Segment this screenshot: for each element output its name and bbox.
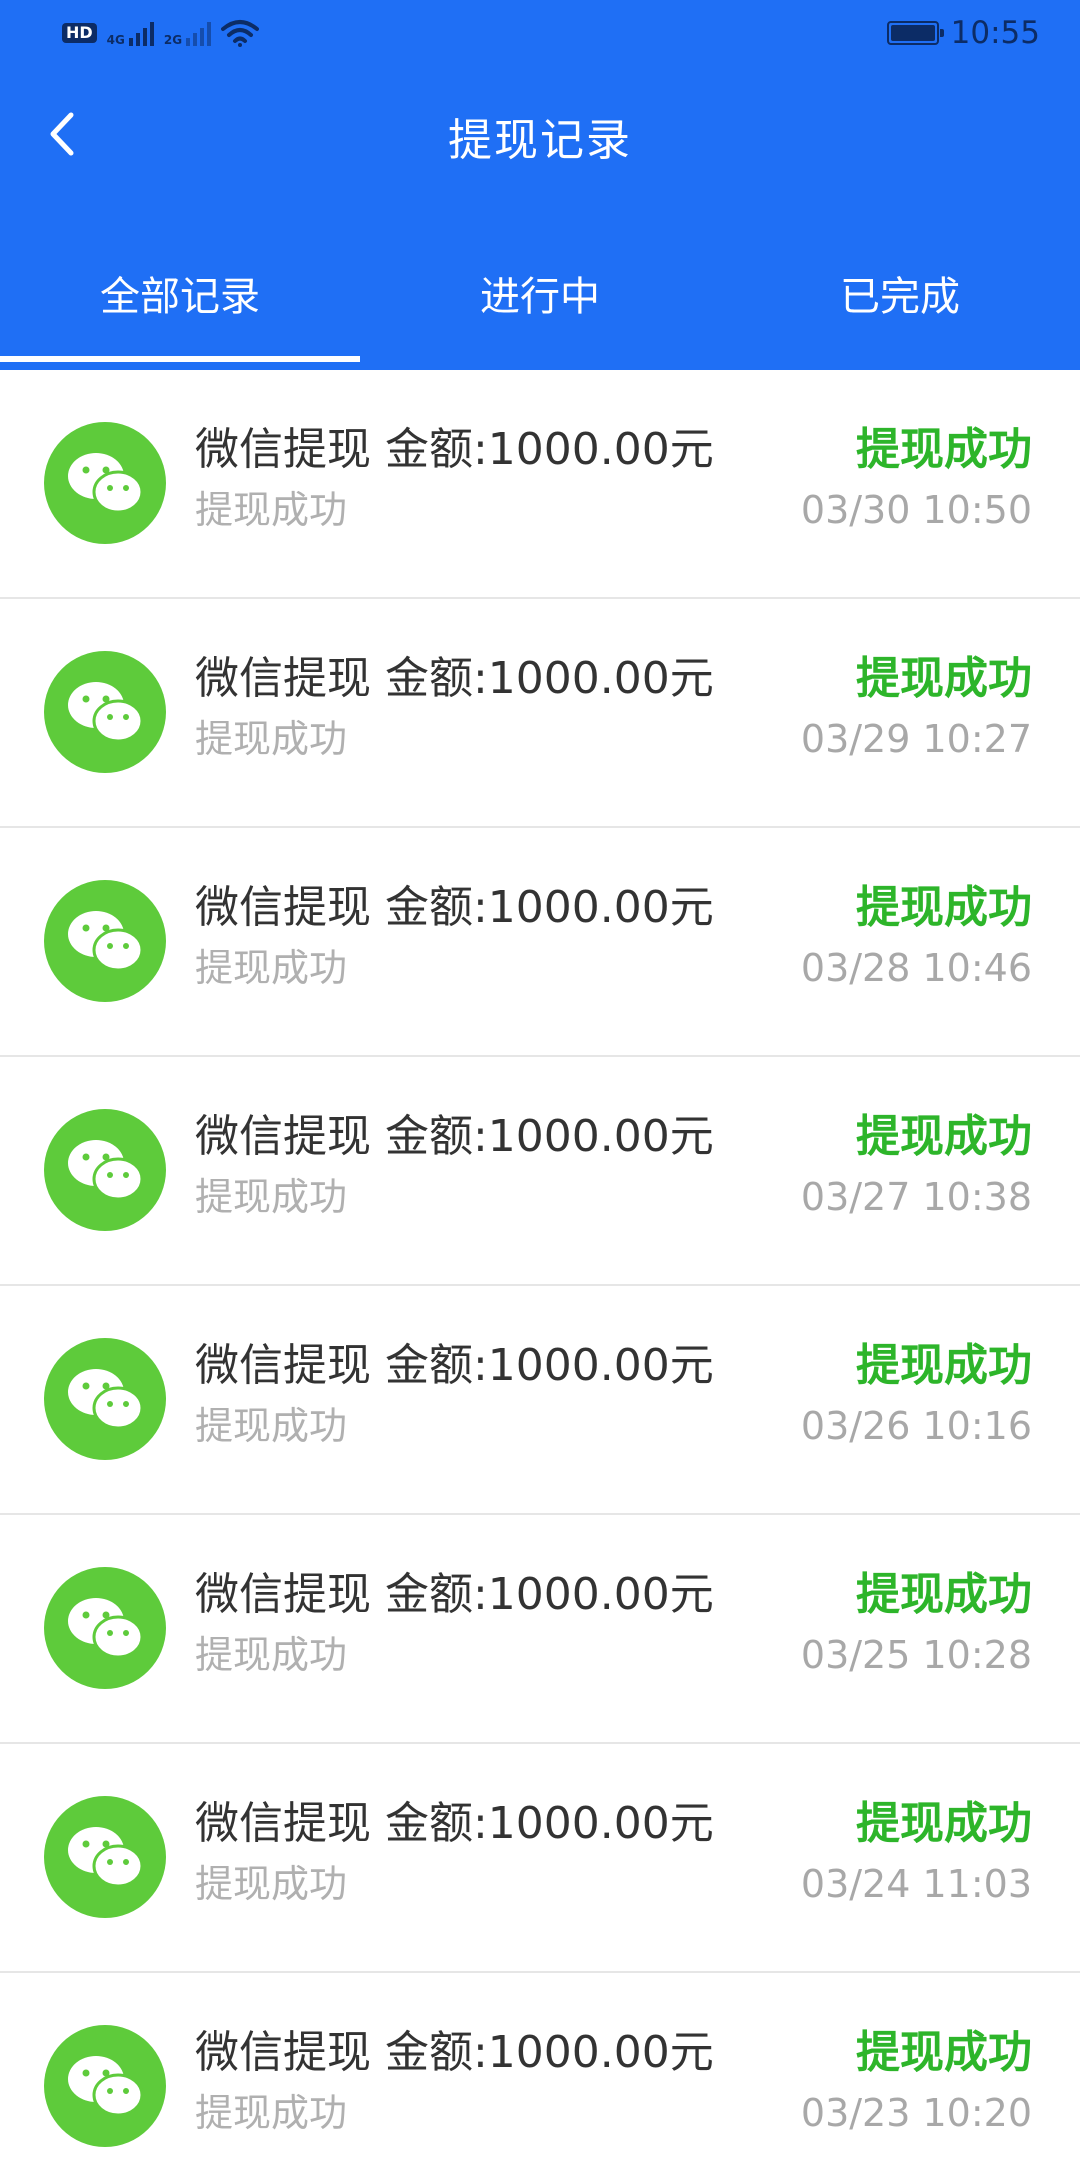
record-title: 微信提现 金额:1000.00元 xyxy=(195,424,714,475)
list-item[interactable]: 微信提现 金额:1000.00元 提现成功 提现成功 03/30 10:50 xyxy=(0,370,1080,599)
record-time: 03/25 10:28 xyxy=(800,1633,1032,1677)
status-badge: 提现成功 xyxy=(856,882,1032,933)
status-right-group: 10:55 xyxy=(886,15,1040,51)
record-text: 微信提现 金额:1000.00元 提现成功 xyxy=(195,1338,714,1454)
record-title: 微信提现 金额:1000.00元 xyxy=(195,1340,714,1391)
record-meta: 提现成功 03/26 10:16 xyxy=(801,1338,1032,1454)
status-time: 10:55 xyxy=(950,15,1040,51)
signal-strength-icon-2 xyxy=(186,20,212,46)
status-left-group: HD 4G 2G xyxy=(62,19,260,47)
record-subtitle: 提现成功 xyxy=(195,1862,348,1906)
record-meta: 提现成功 03/24 11:03 xyxy=(801,1796,1032,1912)
tab-completed[interactable]: 已完成 xyxy=(720,240,1080,366)
record-time: 03/30 10:50 xyxy=(800,488,1032,532)
status-badge: 提现成功 xyxy=(856,1798,1032,1849)
status-badge: 提现成功 xyxy=(856,424,1032,475)
battery-icon xyxy=(886,21,944,45)
wechat-icon xyxy=(44,1567,166,1689)
record-title: 微信提现 金额:1000.00元 xyxy=(195,1111,714,1162)
tab-bar: 全部记录 进行中 已完成 xyxy=(0,240,1080,366)
list-item[interactable]: 微信提现 金额:1000.00元 提现成功 提现成功 03/24 11:03 xyxy=(0,1744,1080,1973)
list-item[interactable]: 微信提现 金额:1000.00元 提现成功 提现成功 03/26 10:16 xyxy=(0,1286,1080,1515)
record-title: 微信提现 金额:1000.00元 xyxy=(195,2027,714,2078)
record-text: 微信提现 金额:1000.00元 提现成功 xyxy=(195,651,714,767)
withdrawal-record-list: 微信提现 金额:1000.00元 提现成功 提现成功 03/30 10:50 微… xyxy=(0,370,1080,2174)
wechat-icon xyxy=(44,651,166,773)
list-item[interactable]: 微信提现 金额:1000.00元 提现成功 提现成功 03/27 10:38 xyxy=(0,1057,1080,1286)
record-meta: 提现成功 03/25 10:28 xyxy=(801,1567,1032,1683)
app-header: HD 4G 2G 10:55 提现记录 全部记录 进行中 已完成 xyxy=(0,0,1080,370)
record-subtitle: 提现成功 xyxy=(195,1404,348,1448)
record-meta: 提现成功 03/27 10:38 xyxy=(801,1109,1032,1225)
list-item[interactable]: 微信提现 金额:1000.00元 提现成功 提现成功 03/28 10:46 xyxy=(0,828,1080,1057)
record-subtitle: 提现成功 xyxy=(195,2091,348,2135)
record-title: 微信提现 金额:1000.00元 xyxy=(195,1569,714,1620)
record-meta: 提现成功 03/30 10:50 xyxy=(801,422,1032,538)
tab-all-records[interactable]: 全部记录 xyxy=(0,240,360,366)
record-text: 微信提现 金额:1000.00元 提现成功 xyxy=(195,880,714,996)
wechat-icon xyxy=(44,1796,166,1918)
page-title: 提现记录 xyxy=(448,115,632,166)
wechat-icon xyxy=(44,880,166,1002)
record-title: 微信提现 金额:1000.00元 xyxy=(195,882,714,933)
wifi-icon xyxy=(221,20,260,47)
status-badge: 提现成功 xyxy=(856,2027,1032,2078)
record-subtitle: 提现成功 xyxy=(195,946,348,990)
record-time: 03/28 10:46 xyxy=(800,946,1032,990)
record-text: 微信提现 金额:1000.00元 提现成功 xyxy=(195,2025,714,2141)
signal-strength-icon xyxy=(128,20,154,46)
wechat-icon xyxy=(44,2025,166,2147)
record-subtitle: 提现成功 xyxy=(195,717,348,761)
record-time: 03/26 10:16 xyxy=(800,1404,1032,1448)
list-item[interactable]: 微信提现 金额:1000.00元 提现成功 提现成功 03/23 10:20 xyxy=(0,1973,1080,2174)
wechat-icon xyxy=(44,1338,166,1460)
network-label-4g: 4G xyxy=(106,33,125,47)
list-item[interactable]: 微信提现 金额:1000.00元 提现成功 提现成功 03/29 10:27 xyxy=(0,599,1080,828)
record-time: 03/29 10:27 xyxy=(800,717,1032,761)
record-title: 微信提现 金额:1000.00元 xyxy=(195,1798,714,1849)
record-time: 03/24 11:03 xyxy=(800,1862,1032,1906)
hd-badge: HD xyxy=(62,23,97,43)
record-text: 微信提现 金额:1000.00元 提现成功 xyxy=(195,1796,714,1912)
network-label-2g: 2G xyxy=(163,33,183,47)
record-time: 03/23 10:20 xyxy=(800,2091,1032,2135)
status-badge: 提现成功 xyxy=(856,1340,1032,1391)
status-badge: 提现成功 xyxy=(856,1569,1032,1620)
back-button[interactable] xyxy=(30,102,94,166)
status-badge: 提现成功 xyxy=(856,653,1032,704)
record-text: 微信提现 金额:1000.00元 提现成功 xyxy=(195,1567,714,1683)
tab-in-progress[interactable]: 进行中 xyxy=(360,240,720,366)
status-bar: HD 4G 2G 10:55 xyxy=(0,0,1080,66)
record-subtitle: 提现成功 xyxy=(195,1175,348,1219)
record-text: 微信提现 金额:1000.00元 提现成功 xyxy=(195,1109,714,1225)
record-subtitle: 提现成功 xyxy=(195,1633,348,1677)
wechat-icon xyxy=(44,1109,166,1231)
list-item[interactable]: 微信提现 金额:1000.00元 提现成功 提现成功 03/25 10:28 xyxy=(0,1515,1080,1744)
title-bar: 提现记录 xyxy=(0,88,1080,184)
wechat-icon xyxy=(44,422,166,544)
record-meta: 提现成功 03/23 10:20 xyxy=(801,2025,1032,2141)
record-meta: 提现成功 03/29 10:27 xyxy=(801,651,1032,767)
record-title: 微信提现 金额:1000.00元 xyxy=(195,653,714,704)
record-subtitle: 提现成功 xyxy=(195,488,348,532)
record-time: 03/27 10:38 xyxy=(800,1175,1032,1219)
chevron-left-icon xyxy=(50,112,74,156)
record-meta: 提现成功 03/28 10:46 xyxy=(801,880,1032,996)
record-text: 微信提现 金额:1000.00元 提现成功 xyxy=(195,422,714,538)
status-badge: 提现成功 xyxy=(856,1111,1032,1162)
